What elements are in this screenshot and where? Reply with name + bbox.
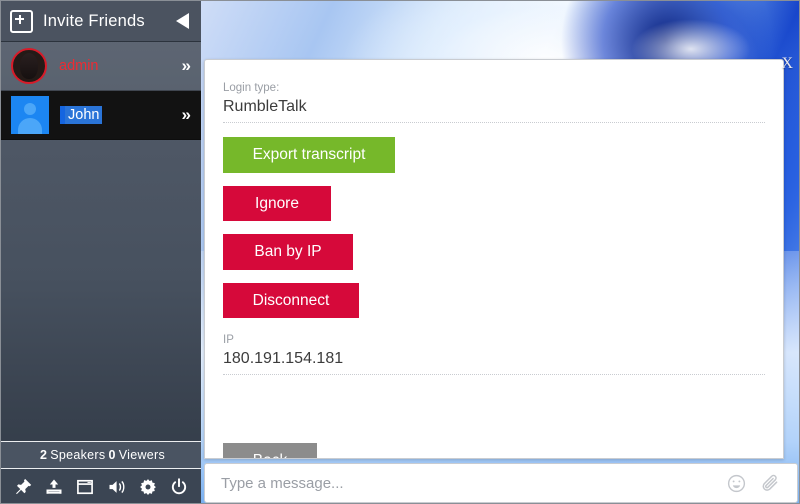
smiley-icon[interactable] xyxy=(719,464,753,502)
message-input[interactable] xyxy=(205,464,719,502)
triangle-left-icon[interactable] xyxy=(176,13,189,29)
upload-icon[interactable] xyxy=(43,476,65,498)
login-type-label: Login type: xyxy=(223,82,280,94)
user-list-sidebar: Invite Friends admin » John » 2 Speakers… xyxy=(1,1,201,503)
user-list-item-john[interactable]: John » xyxy=(1,91,201,140)
gear-icon[interactable] xyxy=(137,476,159,498)
window-icon[interactable] xyxy=(74,476,96,498)
avatar xyxy=(11,96,49,134)
power-icon[interactable] xyxy=(168,476,190,498)
viewers-count: 0 xyxy=(108,448,116,462)
speakers-viewers-status: 2 Speakers 0 Viewers xyxy=(1,441,201,469)
speakers-label: Speakers xyxy=(50,448,106,462)
ip-value: 180.191.154.181 xyxy=(223,350,344,367)
user-expand-chevron-icon[interactable]: » xyxy=(182,56,192,76)
login-type-value: RumbleTalk xyxy=(223,98,307,115)
plus-square-icon[interactable] xyxy=(10,9,33,33)
user-moderation-panel: Login type: RumbleTalk Export transcript… xyxy=(204,59,784,459)
back-button[interactable]: Back xyxy=(223,443,317,458)
ignore-button[interactable]: Ignore xyxy=(223,185,331,221)
user-name-label: John xyxy=(61,106,103,124)
close-icon[interactable]: X xyxy=(781,55,793,73)
user-expand-chevron-icon[interactable]: » xyxy=(182,105,192,125)
pin-icon[interactable] xyxy=(12,476,34,498)
paperclip-icon[interactable] xyxy=(753,464,787,502)
rumbletalk-chat-window: Invite Friends admin » John » 2 Speakers… xyxy=(0,0,800,504)
ban-by-ip-button[interactable]: Ban by IP xyxy=(223,234,353,270)
disconnect-button[interactable]: Disconnect xyxy=(223,282,359,318)
sidebar-toolbar xyxy=(1,469,201,503)
login-type-field: Login type: RumbleTalk xyxy=(223,78,765,123)
export-transcript-button[interactable]: Export transcript xyxy=(223,137,395,173)
speakers-count: 2 xyxy=(39,448,48,462)
ip-field: IP 180.191.154.181 xyxy=(223,330,765,375)
speaker-volume-icon[interactable] xyxy=(106,476,128,498)
ip-label: IP xyxy=(223,334,234,346)
message-input-bar xyxy=(204,463,798,503)
invite-friends-label: Invite Friends xyxy=(43,11,145,30)
user-name-label: admin xyxy=(59,58,99,74)
avatar xyxy=(11,48,47,84)
user-list-item-admin[interactable]: admin » xyxy=(1,42,201,91)
invite-friends-header[interactable]: Invite Friends xyxy=(1,1,201,42)
viewers-label: Viewers xyxy=(118,448,166,462)
